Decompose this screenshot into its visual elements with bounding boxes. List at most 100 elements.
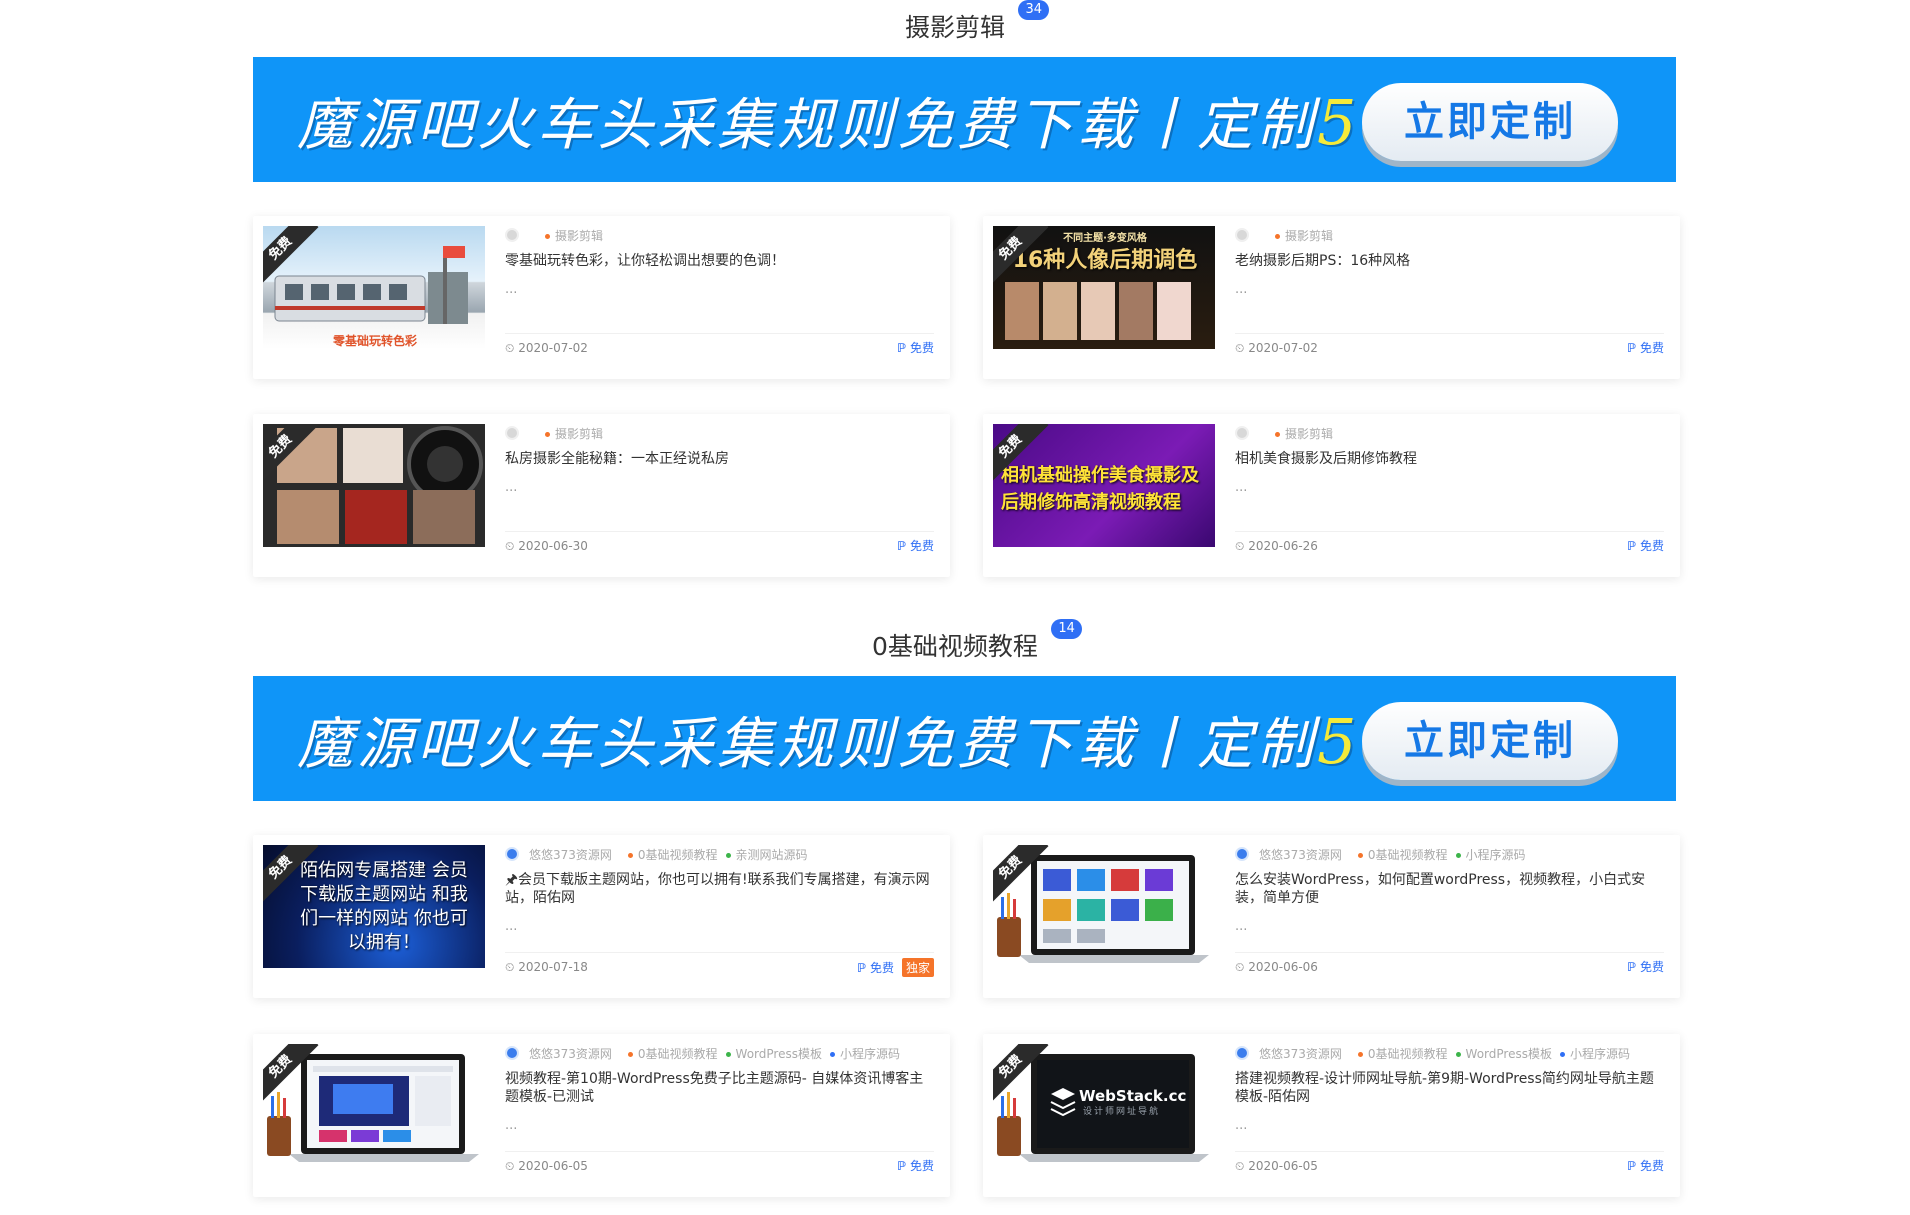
post-tags: ℙ 免费	[897, 537, 934, 554]
price-tag[interactable]: ℙ 免费	[897, 537, 934, 554]
post-excerpt: ...	[1235, 1118, 1248, 1133]
paypal-icon: ℙ	[897, 341, 907, 355]
paypal-icon: ℙ	[1627, 341, 1637, 355]
post-date: ⏲ 2020-06-30	[505, 539, 588, 553]
post-card[interactable]: 陌佑网专属搭建 会员下载版主题网站 和我们一样的网站 你也可以拥有！ 免费 悠悠…	[253, 835, 950, 998]
category-link[interactable]: 0基础视频教程	[1357, 1045, 1448, 1062]
site-logo-icon[interactable]	[1235, 1046, 1249, 1060]
author-name[interactable]: 悠悠373资源网	[1259, 1045, 1342, 1062]
category-link[interactable]: WordPress模板	[725, 1045, 822, 1062]
post-date: ⏲ 2020-06-26	[1235, 539, 1318, 553]
post-card[interactable]: 免费 悠悠373资源网 0基础视频教程 小程序源码 怎么安装WordPress，…	[983, 835, 1680, 998]
category-dot-icon	[1357, 852, 1363, 858]
customize-now-button[interactable]: 立即定制	[1362, 702, 1618, 780]
author-avatar[interactable]	[1235, 426, 1249, 440]
post-thumbnail[interactable]: 不同主题·多变风格 16种人像后期调色 免费	[993, 226, 1215, 349]
thumbnail-caption: 陌佑网专属搭建 会员下载版主题网站 和我们一样的网站 你也可以拥有！	[300, 860, 468, 953]
author-avatar[interactable]	[505, 228, 519, 242]
divider	[1235, 952, 1664, 953]
post-title[interactable]: 相机美食摄影及后期修饰教程	[1235, 450, 1664, 468]
post-card[interactable]: 免费 悠悠373资源网 0基础视频教程 WordPress模板 小程序源码 视频…	[253, 1034, 950, 1197]
category-link[interactable]: 0基础视频教程	[627, 846, 718, 863]
post-card[interactable]: 不同主题·多变风格 16种人像后期调色 免费 摄影剪辑 老纳摄影后期PS：16种…	[983, 216, 1680, 379]
author-avatar[interactable]	[1235, 228, 1249, 242]
category-link[interactable]: 摄影剪辑	[1275, 425, 1333, 442]
post-meta: 摄影剪辑	[1235, 424, 1664, 442]
post-card[interactable]: 免费 摄影剪辑 私房摄影全能秘籍：一本正经说私房 ... ⏲ 2020-06-3…	[253, 414, 950, 577]
post-date: ⏲ 2020-06-06	[1235, 960, 1318, 974]
category-link[interactable]: 亲测网站源码	[725, 846, 808, 863]
author-avatar[interactable]	[505, 426, 519, 440]
post-thumbnail[interactable]: 陌佑网专属搭建 会员下载版主题网站 和我们一样的网站 你也可以拥有！ 免费	[263, 845, 485, 968]
price-tag[interactable]: ℙ 免费	[1627, 958, 1664, 975]
customize-now-button[interactable]: 立即定制	[1362, 83, 1618, 161]
clock-icon: ⏲	[505, 539, 515, 553]
category-link[interactable]: 小程序源码	[1455, 846, 1526, 863]
post-title[interactable]: 搭建视频教程-设计师网址导航-第9期-WordPress简约网址导航主题模板-陌…	[1235, 1070, 1664, 1106]
post-meta: 摄影剪辑	[505, 424, 934, 442]
post-title[interactable]: 私房摄影全能秘籍：一本正经说私房	[505, 450, 934, 468]
post-thumbnail[interactable]: 相机基础操作美食摄影及后期修饰高清视频教程 免费	[993, 424, 1215, 547]
section-title[interactable]: 0基础视频教程	[872, 632, 1038, 661]
post-count-badge: 14	[1051, 619, 1082, 639]
section-title[interactable]: 摄影剪辑	[905, 13, 1005, 42]
post-title[interactable]: 怎么安装WordPress，如何配置wordPress，视频教程，小白式安装，简…	[1235, 871, 1664, 907]
author-name[interactable]: 悠悠373资源网	[1259, 846, 1342, 863]
post-title[interactable]: 视频教程-第10期-WordPress免费子比主题源码- 自媒体资讯博客主题模板…	[505, 1070, 934, 1106]
post-title[interactable]: 零基础玩转色彩，让你轻松调出想要的色调！	[505, 252, 934, 270]
ad-banner[interactable]: 魔源吧火车头采集规则免费下载丨定制50起 立即定制	[253, 57, 1676, 182]
price-tag[interactable]: ℙ 免费	[1627, 1157, 1664, 1174]
post-thumbnail[interactable]: 零基础玩转色彩 免费	[263, 226, 485, 349]
post-excerpt: ...	[505, 282, 518, 297]
category-link[interactable]: 摄影剪辑	[545, 227, 603, 244]
category-link[interactable]: 摄影剪辑	[1275, 227, 1333, 244]
price-tag[interactable]: ℙ 免费	[897, 1157, 934, 1174]
post-thumbnail[interactable]: 免费	[993, 845, 1215, 968]
divider	[505, 1151, 934, 1152]
post-thumbnail[interactable]: WebStack.cc 设计师网址导航 免费	[993, 1044, 1215, 1167]
author-name[interactable]: 悠悠373资源网	[529, 846, 612, 863]
post-card[interactable]: 相机基础操作美食摄影及后期修饰高清视频教程 免费 摄影剪辑 相机美食摄影及后期修…	[983, 414, 1680, 577]
divider	[505, 333, 934, 334]
price-tag[interactable]: ℙ 免费	[857, 959, 894, 976]
price-tag[interactable]: ℙ 免费	[1627, 339, 1664, 356]
exclusive-badge[interactable]: 独家	[901, 958, 934, 977]
category-link[interactable]: 0基础视频教程	[1357, 846, 1448, 863]
post-title[interactable]: 老纳摄影后期PS：16种风格	[1235, 252, 1664, 270]
category-dot-icon	[627, 1051, 633, 1057]
post-meta: 悠悠373资源网 0基础视频教程 亲测网站源码	[505, 845, 934, 863]
category-link[interactable]: 摄影剪辑	[545, 425, 603, 442]
site-logo-icon[interactable]	[505, 1046, 519, 1060]
category-dot-icon	[1357, 1051, 1363, 1057]
category-dot-icon	[1455, 1051, 1461, 1057]
post-title[interactable]: 🖈会员下载版主题网站，你也可以拥有!联系我们专属搭建，有演示网站，陌佑网	[505, 871, 934, 907]
price-tag[interactable]: ℙ 免费	[1627, 537, 1664, 554]
post-tags: ℙ 免费	[1627, 537, 1664, 554]
category-link[interactable]: WordPress模板	[1455, 1045, 1552, 1062]
post-excerpt: ...	[1235, 480, 1248, 495]
paypal-icon: ℙ	[897, 539, 907, 553]
post-meta: 悠悠373资源网 0基础视频教程 小程序源码	[1235, 845, 1664, 863]
price-tag[interactable]: ℙ 免费	[897, 339, 934, 356]
site-logo-icon[interactable]	[505, 847, 519, 861]
post-thumbnail[interactable]: 免费	[263, 1044, 485, 1167]
paypal-icon: ℙ	[1627, 1159, 1637, 1173]
post-card[interactable]: WebStack.cc 设计师网址导航 免费 悠悠373资源网 0基础视频教程 …	[983, 1034, 1680, 1197]
post-card[interactable]: 零基础玩转色彩 免费 摄影剪辑 零基础玩转色彩，让你轻松调出想要的色调！ ...…	[253, 216, 950, 379]
category-link[interactable]: 小程序源码	[829, 1045, 900, 1062]
post-tags: ℙ 免费	[897, 1157, 934, 1174]
category-dot-icon	[725, 852, 731, 858]
post-count-badge: 34	[1018, 0, 1049, 20]
post-date: ⏲ 2020-06-05	[1235, 1159, 1318, 1173]
thumbnail-caption: 零基础玩转色彩	[332, 333, 417, 348]
post-excerpt: ...	[505, 1118, 518, 1133]
author-name[interactable]: 悠悠373资源网	[529, 1045, 612, 1062]
ad-banner[interactable]: 魔源吧火车头采集规则免费下载丨定制50起 立即定制	[253, 676, 1676, 801]
paypal-icon: ℙ	[1627, 960, 1637, 974]
paypal-icon: ℙ	[857, 961, 867, 975]
post-date: ⏲ 2020-06-05	[505, 1159, 588, 1173]
site-logo-icon[interactable]	[1235, 847, 1249, 861]
post-thumbnail[interactable]: 免费	[263, 424, 485, 547]
category-link[interactable]: 小程序源码	[1559, 1045, 1630, 1062]
category-link[interactable]: 0基础视频教程	[627, 1045, 718, 1062]
